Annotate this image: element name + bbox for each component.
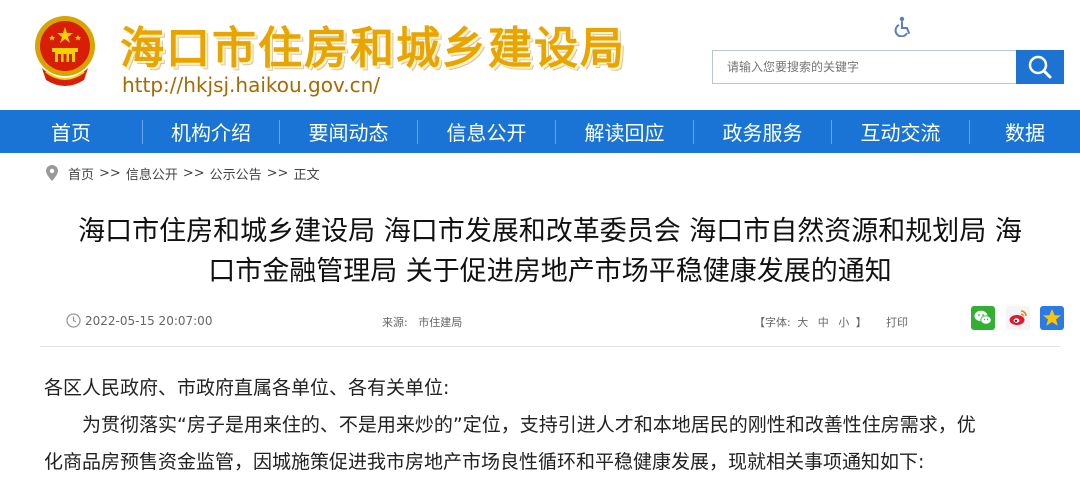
clock-icon bbox=[66, 313, 81, 328]
body-paragraph-line: 化商品房预售资金监管，因城施策促进我市房地产市场良性循环和平稳健康发展，现就相关… bbox=[44, 451, 925, 473]
search-input[interactable] bbox=[712, 50, 1016, 84]
meta-divider bbox=[40, 346, 1060, 347]
article-title-line: 口市金融管理局 关于促进房地产市场平稳健康发展的通知 bbox=[208, 256, 892, 287]
body-paragraph-line: 为贯彻落实“房子是用来住的、不是用来炒的”定位，支持引进人才和本地居民的刚性和改… bbox=[82, 414, 976, 436]
font-label-close: 】 bbox=[855, 316, 867, 329]
main-nav: 首页 机构介绍 要闻动态 信息公开 解读回应 政务服务 互动交流 数据 bbox=[0, 110, 1080, 153]
breadcrumb-separator: >> bbox=[266, 165, 289, 181]
breadcrumb-info-disclosure[interactable]: 信息公开 bbox=[126, 164, 178, 183]
breadcrumb: 首页 >> 信息公开 >> 公示公告 >> 正文 bbox=[46, 164, 320, 183]
breadcrumb-separator: >> bbox=[99, 165, 121, 181]
location-pin-icon bbox=[46, 165, 58, 181]
weibo-icon bbox=[1009, 310, 1027, 325]
site-title[interactable]: 海口市住房和城乡建设局 bbox=[120, 12, 626, 76]
font-size-control: 【字体: 大 中 小 】 bbox=[754, 314, 867, 330]
publish-date-text: 2022-05-15 20:07:00 bbox=[85, 313, 213, 328]
nav-item-data[interactable]: 数据 bbox=[970, 110, 1080, 153]
accessibility-icon[interactable] bbox=[893, 15, 915, 37]
font-label: 【字体: bbox=[754, 316, 791, 329]
wechat-icon bbox=[974, 310, 992, 325]
nav-item-home[interactable]: 首页 bbox=[0, 110, 142, 153]
source-value: 市住建局 bbox=[418, 316, 463, 329]
breadcrumb-announcements[interactable]: 公示公告 bbox=[210, 164, 262, 183]
share-weibo-button[interactable] bbox=[1006, 306, 1030, 330]
search-button[interactable] bbox=[1016, 50, 1064, 84]
breadcrumb-separator: >> bbox=[182, 165, 205, 181]
article-meta: 2022-05-15 20:07:00 来源: 市住建局 【字体: 大 中 小 … bbox=[0, 306, 1080, 336]
site-header: 海口市住房和城乡建设局 http://hkjsj.haikou.gov.cn/ bbox=[0, 0, 1080, 110]
national-emblem-icon bbox=[35, 16, 95, 86]
nav-item-about[interactable]: 机构介绍 bbox=[143, 110, 279, 153]
source-label: 来源: bbox=[382, 316, 408, 329]
font-small-button[interactable]: 小 bbox=[838, 316, 849, 329]
search-bar bbox=[712, 50, 1064, 84]
nav-item-news[interactable]: 要闻动态 bbox=[280, 110, 417, 153]
breadcrumb-current: 正文 bbox=[293, 167, 320, 183]
breadcrumb-home[interactable]: 首页 bbox=[68, 164, 94, 183]
nav-item-interpretation[interactable]: 解读回应 bbox=[556, 110, 693, 153]
share-qzone-button[interactable] bbox=[1040, 306, 1064, 330]
font-medium-button[interactable]: 中 bbox=[818, 316, 829, 329]
article-source: 来源: 市住建局 bbox=[382, 314, 462, 330]
qzone-star-icon bbox=[1043, 309, 1061, 326]
article-title-line: 海口市住房和城乡建设局 海口市发展和改革委员会 海口市自然资源和规划局 海 bbox=[78, 216, 1022, 247]
publish-date: 2022-05-15 20:07:00 bbox=[66, 313, 212, 328]
print-button[interactable]: 打印 bbox=[886, 314, 908, 330]
article-title: 海口市住房和城乡建设局 海口市发展和改革委员会 海口市自然资源和规划局 海 口市… bbox=[40, 212, 1060, 292]
nav-item-info-disclosure[interactable]: 信息公开 bbox=[418, 110, 555, 153]
salutation: 各区人民政府、市政府直属各单位、各有关单位: bbox=[44, 377, 450, 399]
nav-item-gov-services[interactable]: 政务服务 bbox=[694, 110, 831, 153]
nav-item-interaction[interactable]: 互动交流 bbox=[832, 110, 969, 153]
share-wechat-button[interactable] bbox=[971, 306, 995, 330]
search-icon bbox=[1028, 55, 1052, 79]
article-body: 各区人民政府、市政府直属各单位、各有关单位: 为贯彻落实“房子是用来住的、不是用… bbox=[44, 370, 1064, 481]
font-large-button[interactable]: 大 bbox=[797, 316, 808, 329]
site-url: http://hkjsj.haikou.gov.cn/ bbox=[122, 73, 381, 97]
